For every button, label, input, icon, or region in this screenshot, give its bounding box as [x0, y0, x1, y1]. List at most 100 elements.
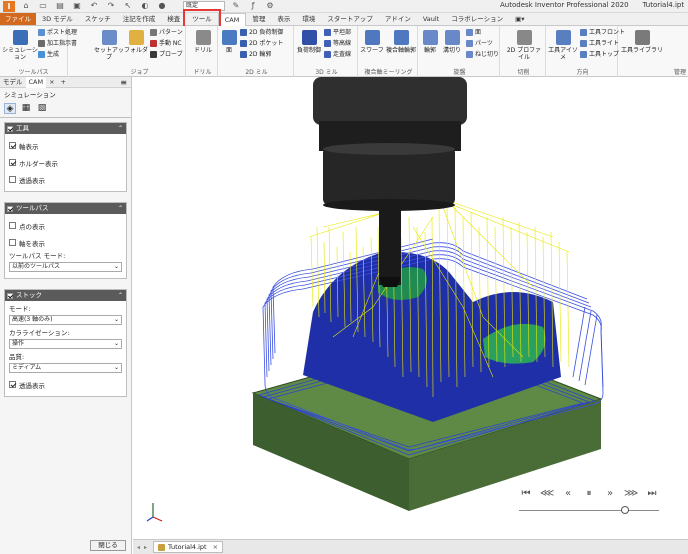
- next-operation-icon[interactable]: ⋙: [624, 488, 638, 499]
- info-settings-icon[interactable]: ▦: [20, 103, 32, 114]
- contour-button[interactable]: 等高線: [324, 39, 351, 48]
- setup-button[interactable]: セットアップ: [94, 30, 124, 61]
- tool-section-checkbox[interactable]: [7, 125, 13, 132]
- simulation-timeline-slider[interactable]: [519, 510, 659, 511]
- panel-tab-model[interactable]: モデル: [0, 77, 26, 88]
- step-forward-icon[interactable]: »: [603, 488, 617, 499]
- tab-scroll-left-icon[interactable]: ◂: [137, 544, 140, 551]
- adaptive-button[interactable]: 負荷制御: [296, 30, 322, 54]
- open-folder-icon[interactable]: ▤: [54, 1, 66, 11]
- document-tab[interactable]: Tutorial4.ipt ×: [153, 541, 224, 553]
- contour-2d-button[interactable]: 2D 輪郭: [240, 50, 271, 59]
- collapse-icon[interactable]: ⌃: [118, 203, 123, 214]
- panel-menu-icon[interactable]: ≡: [120, 78, 127, 87]
- stock-transparent-checkbox[interactable]: [9, 381, 16, 388]
- profile-2d-button[interactable]: 2D プロファイル: [504, 30, 544, 61]
- panel-tab-add-icon[interactable]: +: [58, 77, 69, 88]
- function-icon[interactable]: ƒ: [247, 1, 259, 11]
- save-icon[interactable]: ▣: [71, 1, 83, 11]
- panel-tab-close-icon[interactable]: ×: [46, 77, 57, 88]
- tool-top-button[interactable]: 工具トップ: [580, 50, 619, 59]
- graphics-viewport[interactable]: ⏮ ⋘ « ⏸ » ⋙ ⏭: [133, 77, 688, 539]
- post-process-button[interactable]: ポスト処理: [38, 28, 77, 37]
- tool-section-header[interactable]: 工具 ⌃: [5, 123, 126, 134]
- manual-nc-button[interactable]: 手動 NC: [150, 39, 182, 48]
- select-icon[interactable]: ↖: [122, 1, 134, 11]
- step-back-icon[interactable]: «: [561, 488, 575, 499]
- tab-get-started[interactable]: スタートアップ: [321, 13, 379, 25]
- close-tab-icon[interactable]: ×: [213, 543, 218, 551]
- pause-icon[interactable]: ⏸: [582, 488, 596, 499]
- appearance-icon[interactable]: ●: [156, 1, 168, 11]
- thread-button[interactable]: ねじ切り: [466, 50, 499, 59]
- stock-section-header[interactable]: ストック ⌃: [5, 290, 126, 301]
- stock-section-checkbox[interactable]: [7, 292, 13, 299]
- show-axis-option[interactable]: 軸を表示: [9, 234, 122, 251]
- undo-icon[interactable]: ↶: [88, 1, 100, 11]
- part-button[interactable]: パーツ: [466, 39, 493, 48]
- colorization-select[interactable]: 操作 ⌄: [9, 339, 122, 349]
- inventor-logo-icon[interactable]: I: [3, 0, 15, 12]
- tool-front-button[interactable]: 工具フロント: [580, 28, 625, 37]
- tab-overflow-icon[interactable]: ▣▾: [509, 13, 530, 25]
- drill-button[interactable]: ドリル: [191, 30, 215, 54]
- toolpath-mode-select[interactable]: 以前のツールパス ⌄: [9, 262, 122, 272]
- parallel-button[interactable]: 走査線: [324, 50, 351, 59]
- display-settings-icon[interactable]: ◈: [4, 103, 16, 114]
- home-icon[interactable]: ⌂: [20, 1, 32, 11]
- tool-right-button[interactable]: 工具ライト: [580, 39, 619, 48]
- multi-axis-contour-button[interactable]: 複合軸輪郭: [384, 30, 418, 54]
- face-button[interactable]: 面: [220, 30, 238, 54]
- folder-button[interactable]: フォルダ: [124, 30, 148, 54]
- show-holder-option[interactable]: ホルダー表示: [9, 154, 122, 171]
- go-to-end-icon[interactable]: ⏭: [645, 488, 659, 499]
- collapse-icon[interactable]: ⌃: [118, 290, 123, 301]
- tab-3d-model[interactable]: 3D モデル: [36, 13, 79, 25]
- tab-view[interactable]: 表示: [271, 13, 296, 25]
- tab-collaborate[interactable]: コラボレーション: [445, 13, 509, 25]
- redo-icon[interactable]: ↷: [105, 1, 117, 11]
- tab-annotate[interactable]: 注記を作成: [117, 13, 162, 25]
- horizontal-button[interactable]: 平坦部: [324, 28, 351, 37]
- collapse-icon[interactable]: ⌃: [118, 123, 123, 134]
- new-file-icon[interactable]: ▭: [37, 1, 49, 11]
- tab-file[interactable]: ファイル: [0, 13, 36, 25]
- show-holder-checkbox[interactable]: [9, 159, 16, 166]
- tab-scroll-right-icon[interactable]: ▸: [144, 544, 147, 551]
- show-points-option[interactable]: 点の表示: [9, 217, 122, 234]
- panel-tab-cam[interactable]: CAM: [25, 76, 47, 88]
- timeline-thumb[interactable]: [621, 506, 629, 514]
- tool-transparent-checkbox[interactable]: [9, 176, 16, 183]
- show-points-checkbox[interactable]: [9, 222, 16, 229]
- show-shank-checkbox[interactable]: [9, 142, 16, 149]
- ilogic-icon[interactable]: ⚙: [264, 1, 276, 11]
- tool-iso-button[interactable]: 工具アイソメ: [548, 30, 578, 61]
- generate-button[interactable]: 生成: [38, 50, 59, 59]
- simulation-button[interactable]: シミュレーション: [2, 30, 38, 61]
- tool-transparent-option[interactable]: 透過表示: [9, 171, 122, 188]
- statistics-icon[interactable]: ▧: [36, 103, 48, 114]
- probe-button[interactable]: プローブ: [150, 50, 183, 59]
- show-shank-option[interactable]: 軸表示: [9, 137, 122, 154]
- swarf-button[interactable]: スワーフ: [360, 30, 384, 54]
- tab-manage[interactable]: 管理: [246, 13, 271, 25]
- adaptive-2d-button[interactable]: 2D 負荷制御: [240, 28, 283, 37]
- show-axis-checkbox[interactable]: [9, 239, 16, 246]
- turning-face-button[interactable]: 面: [466, 28, 481, 37]
- pattern-button[interactable]: パターン: [150, 28, 183, 37]
- quality-select[interactable]: ミディアム ⌄: [9, 363, 122, 373]
- previous-operation-icon[interactable]: ⋘: [540, 488, 554, 499]
- close-button[interactable]: 閉じる: [90, 540, 126, 551]
- stock-mode-select[interactable]: 高速(3 軸のみ) ⌄: [9, 315, 122, 325]
- tab-add-ins[interactable]: アドイン: [379, 13, 417, 25]
- clear-override-icon[interactable]: ✎: [230, 1, 242, 11]
- tab-cam[interactable]: CAM: [217, 13, 247, 27]
- tab-vault[interactable]: Vault: [417, 13, 445, 25]
- groove-button[interactable]: 溝切り: [440, 30, 464, 54]
- stock-transparent-option[interactable]: 透過表示: [9, 376, 122, 393]
- go-to-start-icon[interactable]: ⏮: [519, 488, 533, 499]
- tab-sketch[interactable]: スケッチ: [79, 13, 117, 25]
- material-icon[interactable]: ◐: [139, 1, 151, 11]
- tab-environment[interactable]: 環境: [296, 13, 321, 25]
- turning-profile-button[interactable]: 輪郭: [420, 30, 440, 54]
